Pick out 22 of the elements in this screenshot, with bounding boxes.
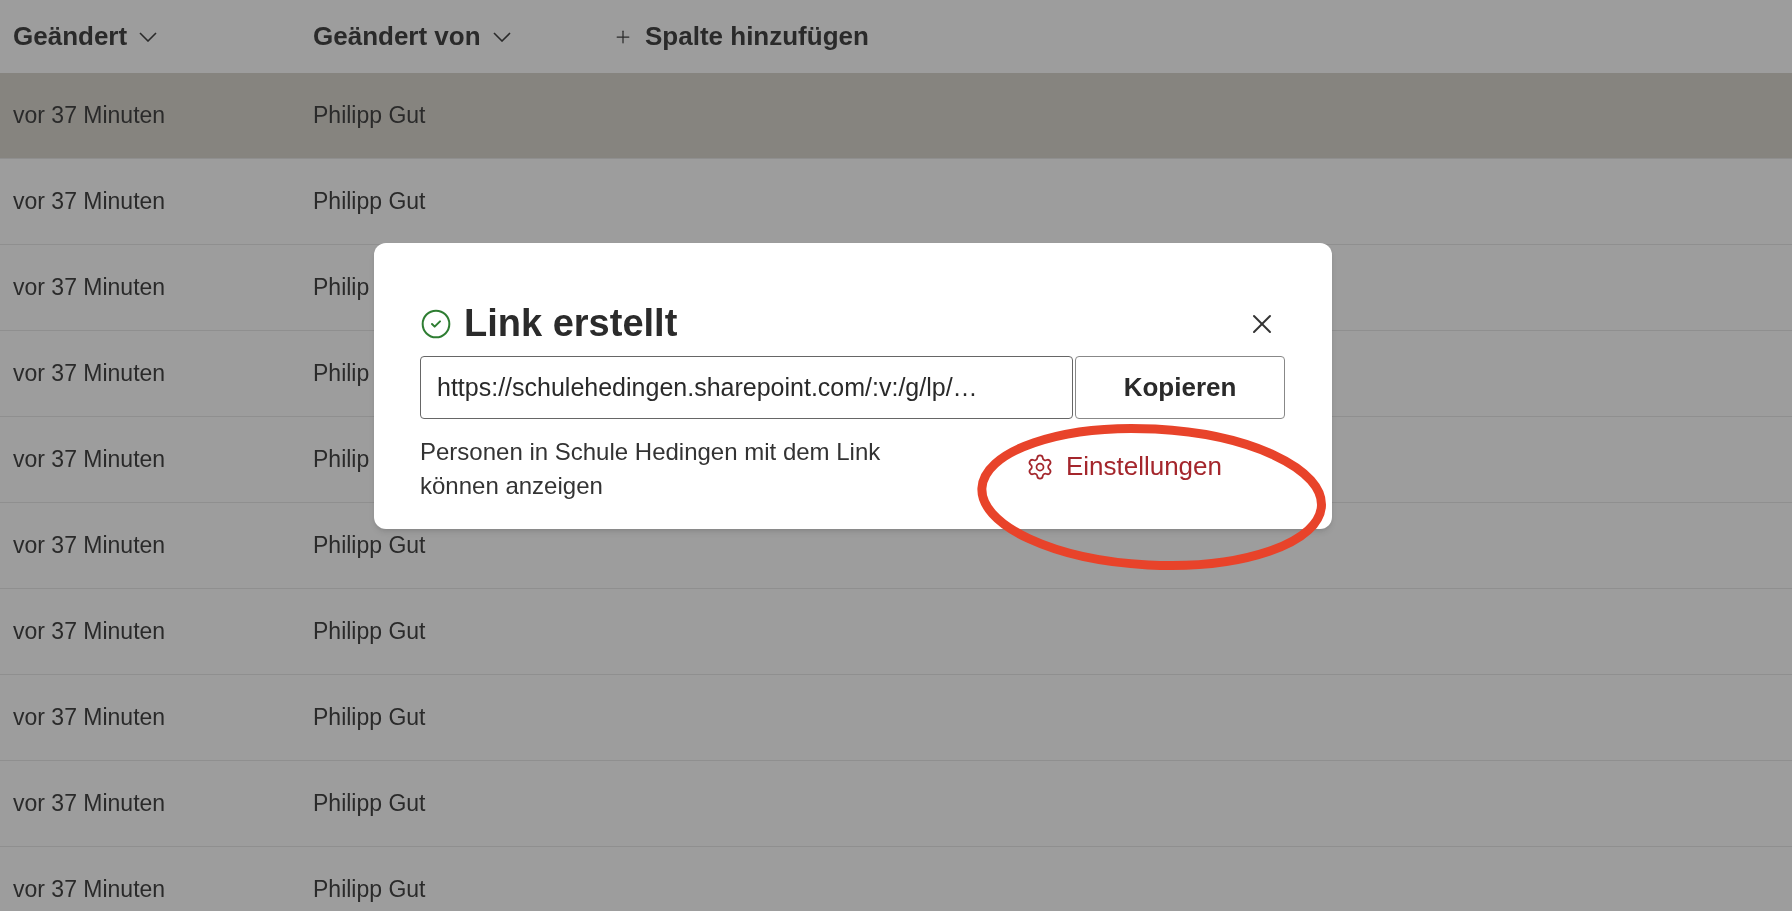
table-cell-text: Philip xyxy=(313,359,370,389)
table-cell-text: vor 37 Minuten xyxy=(13,445,167,475)
table-cell-text: Philipp Gut xyxy=(313,101,426,131)
table-cell-text: vor 37 Minuten xyxy=(13,273,167,303)
table-cell-text: Philipp Gut xyxy=(313,617,426,647)
table-cell-text: Philipp Gut xyxy=(313,875,426,905)
table-cell-text: Philipp Gut xyxy=(313,531,426,561)
permission-description: Personen in Schule Hedingen mit dem Link können anzeigen xyxy=(420,437,882,501)
table-cell-text: vor 37 Minuten xyxy=(13,875,167,905)
table-cell-text: vor 37 Minuten xyxy=(13,617,167,647)
table-cell-text: vor 37 Minuten xyxy=(13,101,167,131)
dialog-title: Link erstellt xyxy=(464,301,678,346)
table-cell-text: Philipp Gut xyxy=(313,703,426,733)
table-cell-text: vor 37 Minuten xyxy=(13,703,167,733)
table-cell-text: Philipp Gut xyxy=(313,789,426,819)
table-cell-text: vor 37 Minuten xyxy=(13,531,167,561)
table-cell-text: vor 37 Minuten xyxy=(13,789,167,819)
table-cell-text: Philipp Gut xyxy=(313,187,426,217)
table-cell-text: Philip xyxy=(313,445,370,475)
table-cell-text: vor 37 Minuten xyxy=(13,359,167,389)
table-cell-text: vor 37 Minuten xyxy=(13,187,167,217)
table-cell-text: Philip xyxy=(313,273,370,303)
